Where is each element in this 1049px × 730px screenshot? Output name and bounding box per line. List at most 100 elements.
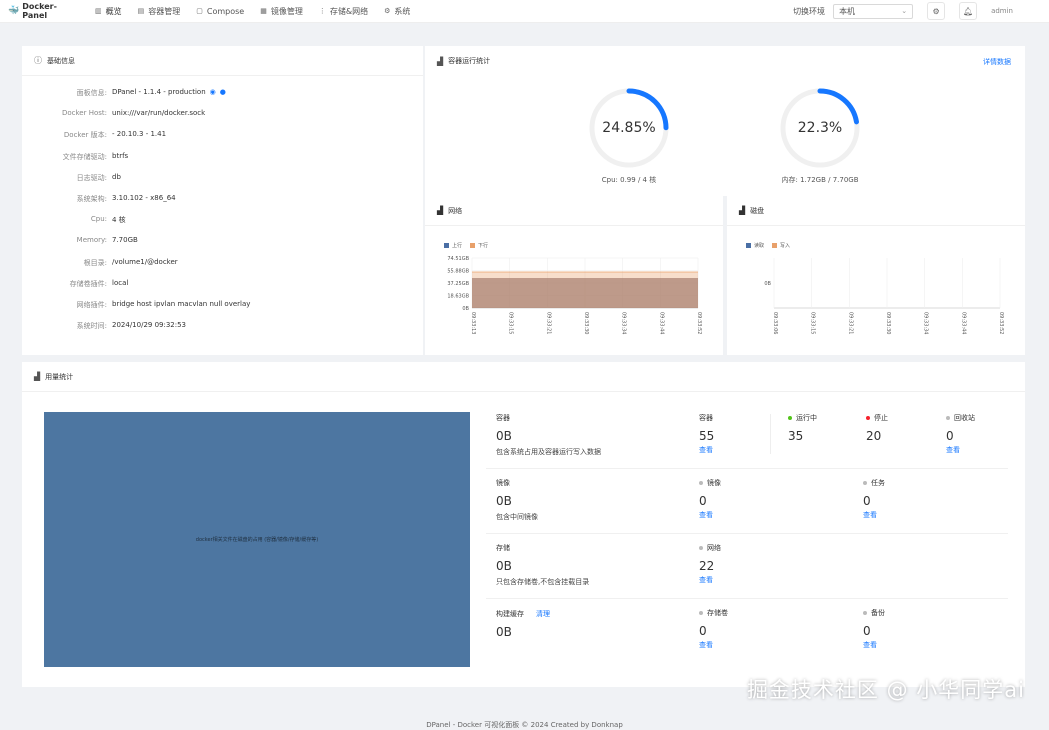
- running-count: 运行中 35: [788, 413, 817, 443]
- task-view-link[interactable]: 查看: [863, 510, 885, 520]
- legend-item-download[interactable]: 下行: [470, 242, 488, 249]
- gear-icon: ⚙: [384, 7, 391, 15]
- image-usage-size: 0B: [496, 494, 512, 508]
- info-row-value: 4 核: [112, 216, 126, 225]
- cpu-percent: 24.85%: [602, 120, 656, 136]
- area-chart-icon: ▟: [739, 206, 746, 215]
- nav-item-4[interactable]: ⋮ 存储&网络: [319, 6, 368, 17]
- container-icon: ▤: [137, 7, 145, 15]
- volume-view-link[interactable]: 查看: [699, 640, 728, 650]
- legend-item-read[interactable]: 读取: [746, 242, 764, 249]
- nav-item-2[interactable]: ▢ Compose: [196, 7, 244, 16]
- nav-item-0[interactable]: ▥ 概览: [95, 6, 122, 17]
- nav-item-label: 系统: [394, 6, 411, 16]
- image-count-value: 0: [699, 494, 707, 508]
- memory-gauge: 22.3%: [778, 86, 862, 170]
- info-row-value: 7.70GB: [112, 236, 138, 245]
- usage-card-title: 用量统计: [45, 372, 74, 381]
- info-row-label: 网络插件:: [76, 301, 107, 309]
- x-tick-label: 09:33:52: [998, 312, 1004, 334]
- stopped-dot-icon: [866, 416, 870, 420]
- stats-card-title: 容器运行统计: [448, 57, 491, 65]
- network-count: 网络 22 查看: [699, 543, 721, 585]
- memory-caption: 内存: 1.72GB / 7.70GB: [781, 176, 859, 184]
- watermark: 掘金技术社区 @ 小华同学ai: [746, 678, 1025, 702]
- volume-dot-icon: [699, 611, 703, 615]
- info-row-label: 系统时间:: [76, 322, 107, 331]
- backup-dot-icon: [863, 611, 867, 615]
- info-row-value: local: [112, 278, 129, 287]
- y-tick-label: 0B: [462, 306, 469, 312]
- app-logo[interactable]: 🐳 Docker-Panel: [8, 2, 78, 20]
- info-row-label: Docker Host:: [61, 109, 107, 118]
- stopped-count: 停止 20: [866, 413, 888, 443]
- info-card-title: 基础信息: [47, 56, 75, 65]
- network-panel-header: ▟ 网络: [425, 196, 723, 226]
- image-usage-title: 镜像: [496, 479, 510, 487]
- volume-count-value: 0: [699, 624, 707, 638]
- container-count: 容器 55 查看: [699, 413, 714, 455]
- nav-item-label: 容器管理: [148, 6, 181, 16]
- detail-data-link[interactable]: 详情数据: [983, 57, 1011, 67]
- nav-item-1[interactable]: ▤ 容器管理: [138, 6, 181, 17]
- legend-item-upload[interactable]: 上行: [444, 242, 462, 249]
- info-row: 文件存储驱动: btrfs: [22, 152, 422, 164]
- build-cache-clear-link[interactable]: 清理: [536, 610, 550, 618]
- stats-card: ▟ 容器运行统计 详情数据: [425, 46, 1025, 196]
- x-tick-label: 09:33:13: [470, 312, 476, 334]
- divider: [486, 468, 1008, 469]
- recycle-count: 回收站 0 查看: [946, 413, 975, 455]
- stopped-value: 20: [866, 429, 882, 443]
- docker-hub-icon[interactable]: ●: [220, 88, 226, 96]
- info-row: Docker Host: unix:///var/run/docker.sock: [22, 109, 422, 121]
- info-row: 面板信息: DPanel - 1.1.4 - production ◉ ●: [22, 88, 422, 100]
- env-select-value: 本机: [839, 6, 856, 16]
- image-dot-icon: [699, 481, 703, 485]
- settings-button[interactable]: ⚙: [927, 2, 946, 20]
- nav-item-5[interactable]: ⚙ 系统: [384, 6, 410, 17]
- env-label: 切换环境: [793, 6, 826, 16]
- image-view-link[interactable]: 查看: [699, 510, 721, 520]
- network-chart: 74.51GB 55.88GB 37.25GB 18.63GB 0B09:33:13 09…: [447, 256, 702, 334]
- nav-menu: ▥ 概览 ▤ 容器管理 ▢ Compose ▦ 镜像管理 ⋮ 存储&网络 ⚙ 系统: [95, 6, 426, 17]
- x-tick-label: 09:33:52: [696, 312, 702, 334]
- x-tick-label: 09:33:30: [885, 312, 891, 334]
- info-row: 根目录: /volume1/@docker: [22, 258, 422, 270]
- disk-title: 磁盘: [750, 206, 765, 215]
- disk-legend: 读取 写入: [746, 242, 798, 249]
- build-cache-usage: 构建缓存 清理 0B: [496, 609, 550, 639]
- info-row-label: 文件存储驱动:: [62, 152, 107, 161]
- network-view-link[interactable]: 查看: [699, 575, 721, 585]
- disk-usage-treemap[interactable]: docker相关文件在磁盘的占用 (容器/镜像/存储/缓存等): [44, 412, 470, 667]
- recycle-view-link[interactable]: 查看: [946, 445, 975, 455]
- divider: [770, 414, 771, 454]
- storage-usage-size: 0B: [496, 559, 512, 573]
- notification-button[interactable]: 🔔︎: [959, 2, 978, 20]
- x-tick-label: 09:33:34: [923, 312, 929, 334]
- chart-bar-icon: ▥: [95, 7, 102, 15]
- info-row-label: 根目录:: [83, 258, 107, 267]
- github-icon[interactable]: ◉: [210, 88, 216, 96]
- divider: [486, 598, 1008, 599]
- x-tick-label: 09:33:44: [658, 312, 664, 334]
- nav-item-label: 概览: [105, 6, 122, 16]
- env-select[interactable]: 本机 ⌄: [833, 3, 914, 19]
- user-menu[interactable]: admin: [991, 7, 1013, 15]
- container-view-link[interactable]: 查看: [699, 445, 714, 455]
- info-card-header: ⓘ 基础信息: [22, 46, 423, 76]
- storage-icon: ⋮: [318, 7, 326, 15]
- nav-item-3[interactable]: ▦ 镜像管理: [260, 6, 303, 17]
- image-icon: ▦: [260, 7, 267, 15]
- info-row: 系统架构: 3.10.102 - x86_64: [22, 194, 422, 206]
- running-label: 运行中: [796, 414, 817, 422]
- backup-count-label: 备份: [871, 609, 885, 617]
- storage-usage-title: 存储: [496, 544, 510, 552]
- storage-usage: 存储 0B 只包含存储卷,不包含挂载目录: [496, 543, 589, 587]
- disk-panel-header: ▟ 磁盘: [727, 196, 1025, 226]
- task-count: 任务 0 查看: [863, 478, 885, 520]
- backup-view-link[interactable]: 查看: [863, 640, 885, 650]
- storage-usage-desc: 只包含存储卷,不包含挂载目录: [496, 578, 590, 586]
- legend-item-write[interactable]: 写入: [772, 242, 790, 249]
- recycle-dot-icon: [946, 416, 950, 420]
- nav-item-label: 存储&网络: [329, 6, 369, 16]
